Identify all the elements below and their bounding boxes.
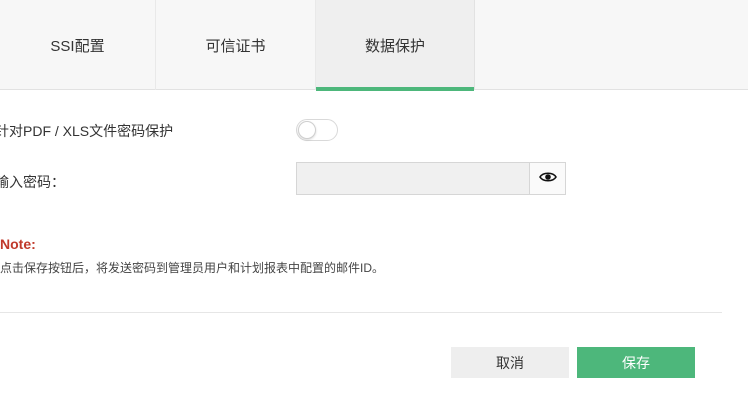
note-text: 点击保存按钮后，将发送密码到管理员用户和计划报表中配置的邮件ID。 [0,261,385,275]
divider [0,312,722,313]
tab-label: 数据保护 [364,37,425,55]
save-label: 保存 [622,354,650,371]
tab-data-protection[interactable]: 数据保护 [316,0,475,91]
protect-label: 针对PDF / XLS文件密码保护 [0,123,174,139]
tab-ssl-config[interactable]: SSI配置 [0,0,156,90]
password-protect-toggle[interactable] [296,119,338,141]
eye-icon [538,170,557,188]
password-field-group [296,162,566,195]
tab-bar: SSI配置 可信证书 数据保护 [0,0,748,91]
password-label: 输入密码： [0,174,65,190]
tab-label: 可信证书 [205,37,266,55]
save-button[interactable]: 保存 [577,347,695,378]
cancel-button[interactable]: 取消 [451,347,569,378]
toggle-knob [298,121,316,139]
tab-label: SSI配置 [50,37,105,55]
password-input[interactable] [297,163,531,194]
note-title: Note: [0,236,36,252]
cancel-label: 取消 [496,354,524,371]
tab-trusted-certificates[interactable]: 可信证书 [156,0,316,90]
active-tab-indicator [316,87,474,91]
show-password-button[interactable] [529,163,565,194]
